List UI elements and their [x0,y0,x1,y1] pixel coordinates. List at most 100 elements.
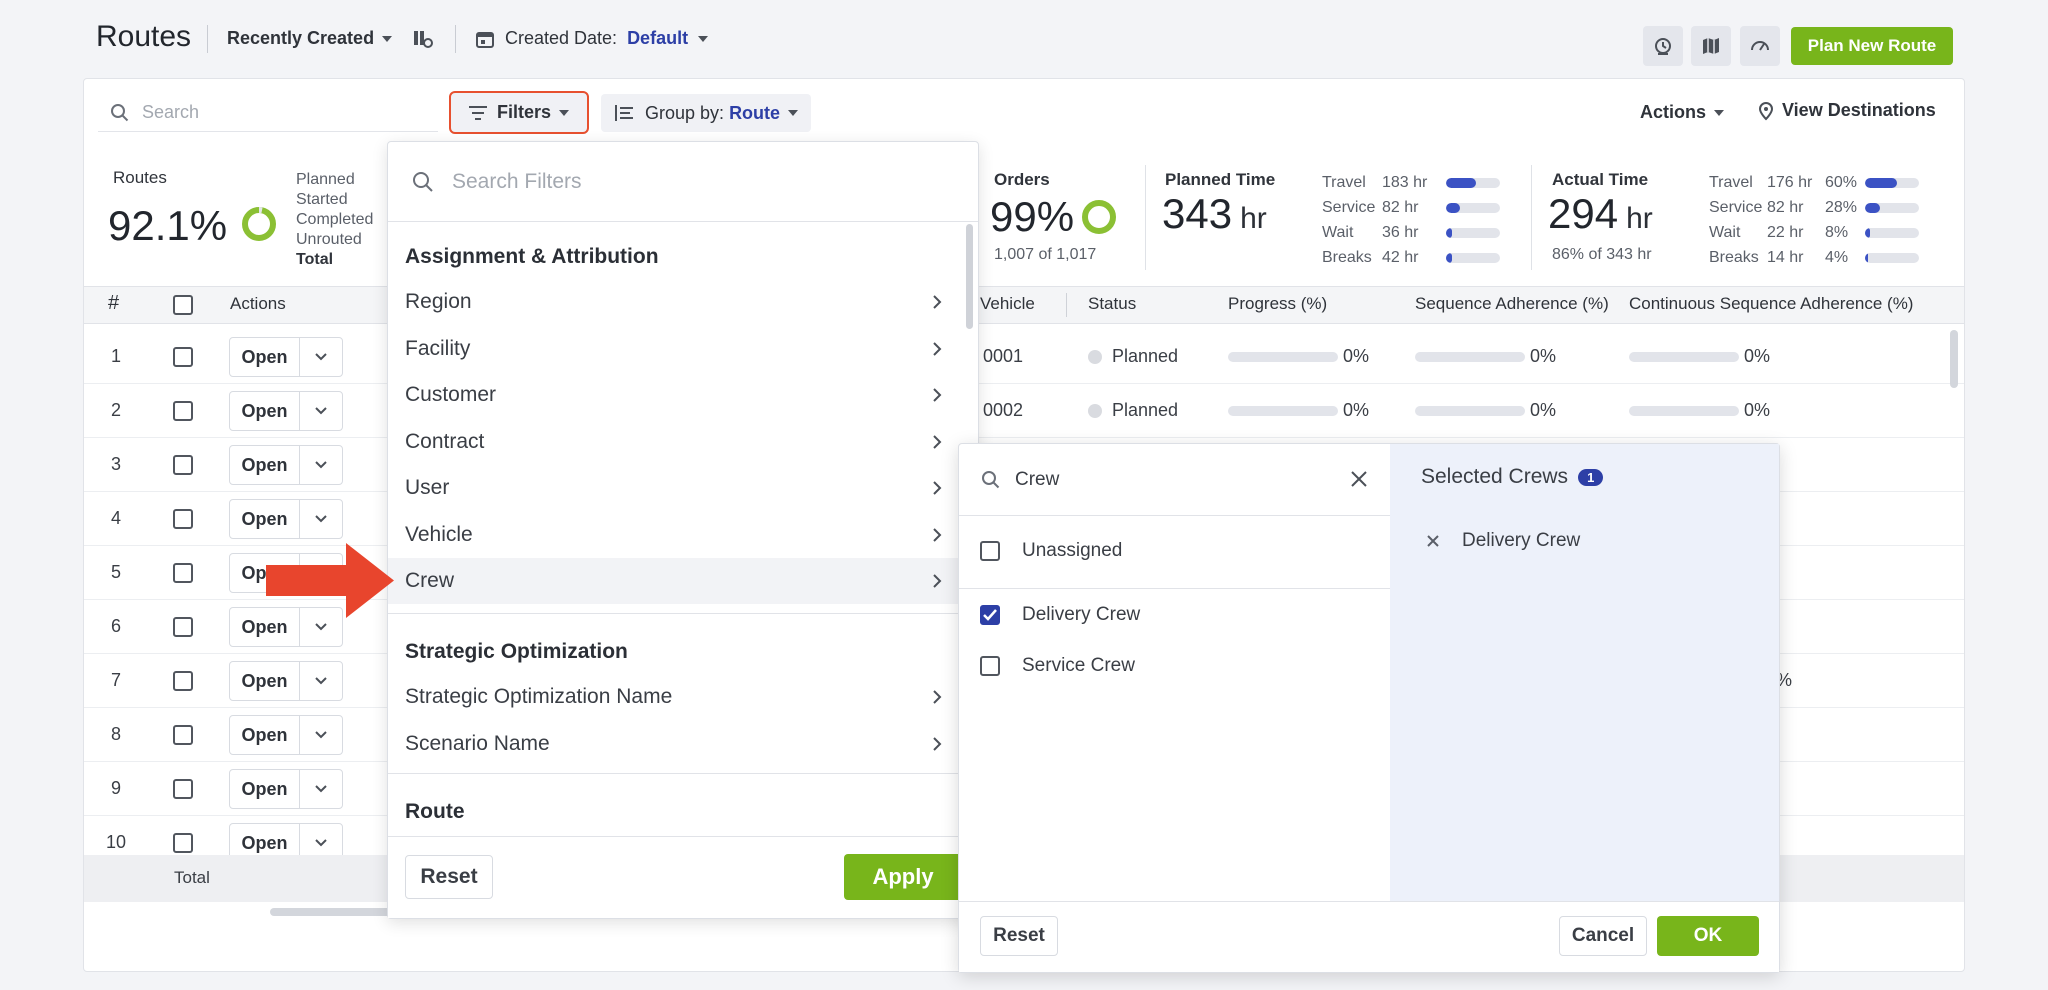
crew-ok-button[interactable]: OK [1657,916,1759,956]
row-menu-button[interactable] [300,770,342,808]
open-button[interactable]: Open [230,770,300,808]
filter-reset-button[interactable]: Reset [405,855,493,899]
open-button[interactable]: Open [230,392,300,430]
crew-divider [959,588,1390,589]
filter-search-input[interactable]: Search Filters [388,142,978,222]
routes-summary-percent: 92.1% [108,202,228,249]
chevron-down-icon [315,785,327,793]
column-settings-icon[interactable] [412,28,434,50]
chevron-right-icon [933,574,942,588]
row-actions-group: Open [229,391,343,431]
row-menu-button[interactable] [300,338,342,376]
row-checkbox[interactable] [173,509,193,529]
open-button[interactable]: Open [230,716,300,754]
row-number: 8 [110,724,121,744]
col-header-continuous[interactable]: Continuous Sequence Adherence (%) [1629,294,1913,314]
chevron-right-icon [933,434,942,449]
page-title: Routes [96,20,192,53]
speed-button[interactable] [1740,26,1780,66]
chevron-down-icon [315,353,327,361]
planned-time-label: Planned Time [1165,170,1276,189]
actual-time-unit: hr [1626,202,1653,235]
row-number: 7 [110,670,121,690]
col-header-sequence[interactable]: Sequence Adherence (%) [1415,294,1609,314]
chevron-right-icon [933,388,942,402]
group-by-dropdown[interactable]: Group by: Route [601,94,811,132]
plan-new-route-button[interactable]: Plan New Route [1791,27,1953,65]
filter-item[interactable]: Customer [388,372,960,418]
filters-button[interactable]: Filters [449,91,589,134]
actions-dropdown[interactable]: Actions [1640,102,1725,123]
open-button[interactable]: Open [230,662,300,700]
filter-item[interactable]: Scenario Name [388,721,960,767]
remove-icon[interactable] [1426,534,1440,548]
filter-apply-button[interactable]: Apply [844,854,962,900]
filter-item[interactable]: Region [388,279,960,325]
filter-panel-scrollbar[interactable] [966,224,973,329]
select-all-checkbox[interactable] [173,295,193,315]
clear-search-icon[interactable] [1350,470,1368,488]
filter-section-title: Assignment & Attribution [405,245,659,268]
open-button[interactable]: Open [230,446,300,484]
row-actions-group: Open [229,337,343,377]
date-filter-dropdown[interactable]: Created Date: Default [475,28,709,49]
row-checkbox[interactable] [173,563,193,583]
chevron-down-icon [315,461,327,469]
filter-item[interactable]: Contract [388,419,960,465]
row-checkbox[interactable] [173,401,193,421]
selected-crew-label: Delivery Crew [1462,530,1581,551]
row-menu-button[interactable] [300,446,342,484]
filter-item[interactable]: Facility [388,326,960,372]
row-menu-button[interactable] [300,716,342,754]
col-header-vehicle[interactable]: Vehicle [980,294,1035,314]
sort-dropdown[interactable]: Recently Created [227,28,393,49]
vertical-scrollbar[interactable] [1950,330,1958,388]
row-checkbox[interactable] [173,779,193,799]
search-placeholder: Search [142,102,200,122]
filter-item[interactable]: User [388,465,960,511]
crew-reset-button[interactable]: Reset [980,916,1058,956]
row-checkbox[interactable] [173,725,193,745]
row-checkbox[interactable] [173,671,193,691]
filter-item[interactable]: Vehicle [388,512,960,558]
crew-option-service[interactable]: Service Crew [980,655,1135,677]
row-checkbox[interactable] [173,617,193,637]
col-header-status[interactable]: Status [1088,294,1136,314]
filter-item[interactable]: Strategic Optimization Name [388,674,960,720]
view-destinations-button[interactable]: View Destinations [1756,100,1936,121]
selected-crews-pane [1390,444,1779,901]
open-button[interactable]: Open [230,338,300,376]
search-input[interactable]: Search [98,94,438,132]
breakdown-row: Breaks 42 hr [1322,245,1500,270]
row-checkbox[interactable] [173,833,193,853]
filter-section-title: Route [405,800,465,823]
status-started: Started [296,191,348,208]
timer-button[interactable] [1643,26,1683,66]
chevron-right-icon [933,527,942,542]
actual-time-label: Actual Time [1552,170,1649,189]
open-button[interactable]: Open [230,500,300,538]
orders-summary-label: Orders [994,170,1050,189]
filter-item[interactable]: Crew [388,558,960,604]
crew-option-checkbox[interactable] [980,541,1000,561]
crew-option-unassigned[interactable]: Unassigned [980,540,1122,562]
progress-bar [1228,352,1338,362]
row-menu-button[interactable] [300,500,342,538]
row-menu-button[interactable] [300,662,342,700]
crew-option-delivery[interactable]: Delivery Crew [980,604,1140,626]
row-checkbox[interactable] [173,347,193,367]
checkmark-icon [983,609,997,621]
col-header-progress[interactable]: Progress (%) [1228,294,1327,314]
crew-option-checkbox[interactable] [980,656,1000,676]
map-button[interactable] [1691,26,1731,66]
row-checkbox[interactable] [173,455,193,475]
row-menu-button[interactable] [300,392,342,430]
breakdown-row: Wait 36 hr [1322,220,1500,245]
routes-donut-icon [240,205,278,243]
chevron-down-icon [315,515,327,523]
crew-cancel-button[interactable]: Cancel [1559,916,1647,956]
row-number: 3 [110,454,121,474]
crew-option-checkbox-checked[interactable] [980,605,1000,625]
filter-section-divider [388,773,960,774]
crew-search-input[interactable]: Crew [959,444,1390,516]
